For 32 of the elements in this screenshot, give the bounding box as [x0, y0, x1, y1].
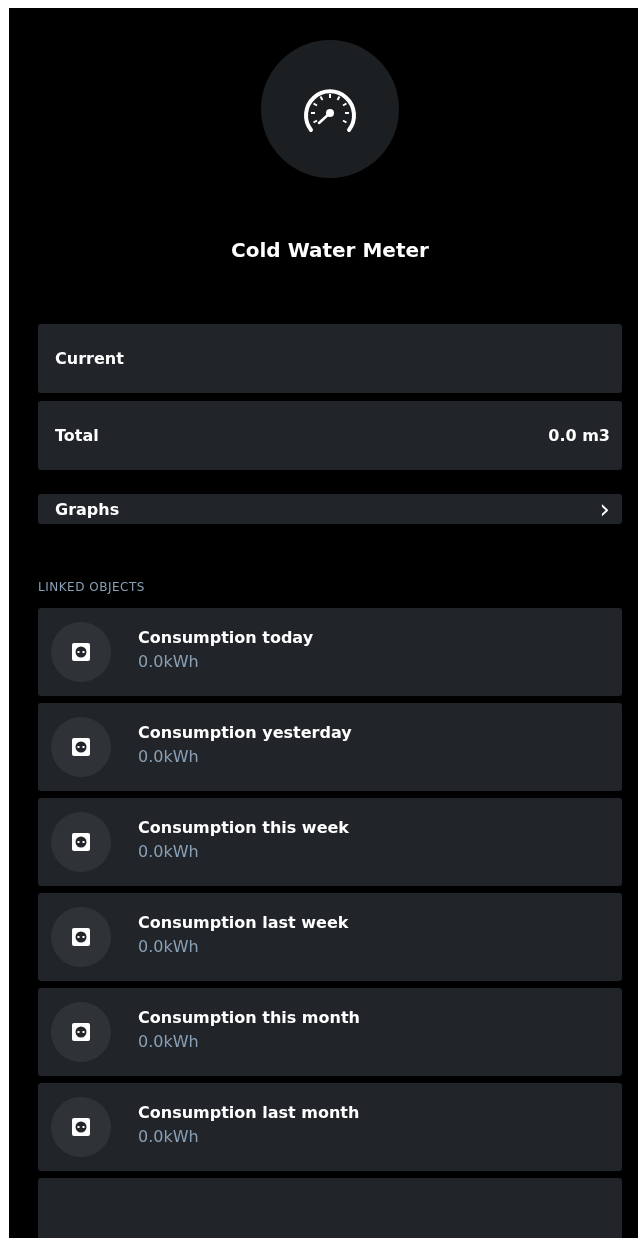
object-name: Consumption last month	[138, 1102, 360, 1122]
socket-icon	[72, 738, 90, 756]
socket-icon	[72, 1118, 90, 1136]
object-value: 0.0kWh	[138, 1126, 200, 1146]
object-value: 0.0kWh	[138, 746, 200, 766]
device-title: Cold Water Meter	[231, 238, 429, 262]
socket-icon	[72, 928, 90, 946]
linked-object-row[interactable]: Consumption this month 0.0kWh	[38, 988, 622, 1076]
object-name: Consumption today	[138, 627, 314, 647]
socket-icon	[72, 1023, 90, 1041]
object-name: Consumption this month	[138, 1007, 360, 1027]
object-value: 0.0kWh	[138, 651, 200, 671]
object-value: 0.0kWh	[138, 1031, 200, 1051]
linked-object-row[interactable]: Consumption last month 0.0kWh	[38, 1083, 622, 1171]
socket-icon	[72, 833, 90, 851]
value-label: Total	[55, 426, 99, 445]
linked-object-row[interactable]: Consumption yesterday 0.0kWh	[38, 703, 622, 791]
object-name: Consumption yesterday	[138, 722, 352, 742]
object-name: Consumption last week	[138, 912, 349, 932]
linked-object-row[interactable]: Consumption this week 0.0kWh	[38, 798, 622, 886]
section-heading: LINKED OBJECTS	[38, 580, 146, 594]
linked-object-row[interactable]: Consumption today 0.0kWh	[38, 608, 622, 696]
socket-icon	[72, 643, 90, 661]
object-name: Consumption this week	[138, 817, 349, 837]
chevron-icon: ›	[599, 494, 610, 524]
object-value: 0.0kWh	[138, 841, 200, 861]
graphs-label: Graphs	[55, 499, 120, 519]
graphs-row[interactable]: Graphs ›	[38, 494, 622, 524]
linked-object-row[interactable]: Consumption last week 0.0kWh	[38, 893, 622, 981]
object-value: 0.0kWh	[138, 936, 200, 956]
value-label: Current	[55, 349, 124, 368]
value-reading: 0.0 m3	[548, 426, 610, 445]
